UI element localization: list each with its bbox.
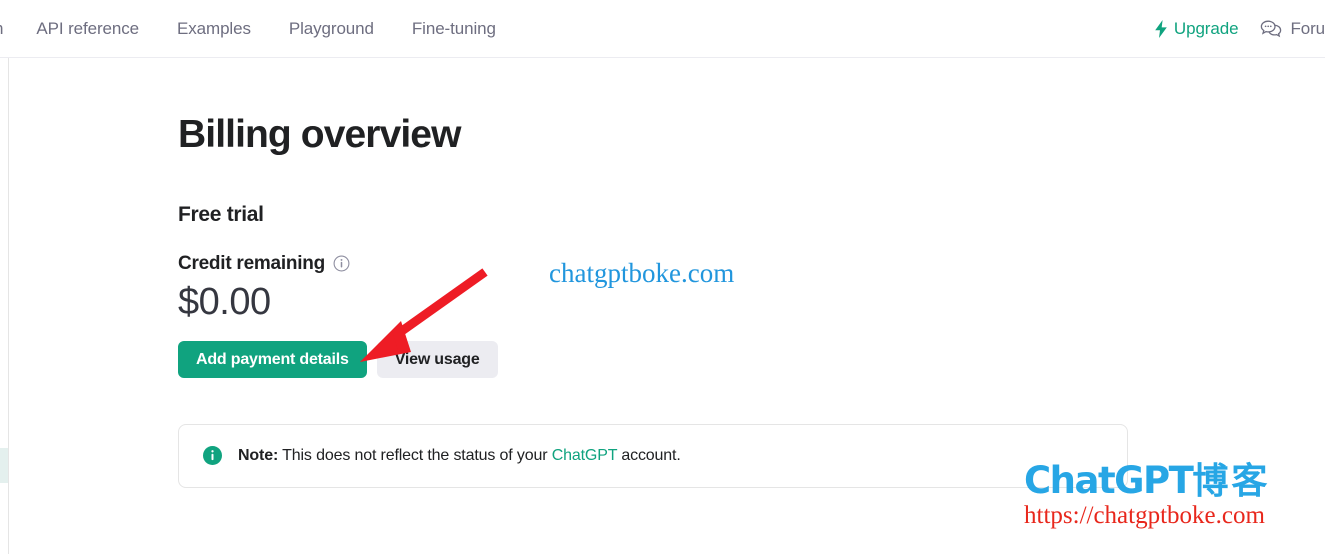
nav-examples[interactable]: Examples [158,0,270,57]
credit-remaining-row: Credit remaining [178,227,1318,275]
nav-fine-tuning[interactable]: Fine-tuning [393,0,515,57]
nav-api-reference[interactable]: API reference [17,0,158,57]
watermark-brand-en: ChatGPT [1024,459,1194,502]
nav-playground[interactable]: Playground [270,0,393,57]
sidebar-item-active-indicator[interactable] [0,448,8,483]
add-payment-details-button[interactable]: Add payment details [178,340,367,378]
chatgpt-link[interactable]: ChatGPT [552,447,618,464]
sidebar-edge [0,58,9,554]
forum-button[interactable]: Foru [1260,19,1325,39]
lightning-bolt-icon [1155,19,1167,38]
page-title: Billing overview [178,113,461,156]
watermark-logo-url: https://chatgptboke.com [1024,502,1265,529]
note-body-before: This does not reflect the status of your [278,446,552,464]
view-usage-button[interactable]: View usage [376,340,498,378]
nav-links-group: n API reference Examples Playground Fine… [0,0,515,57]
upgrade-button[interactable]: Upgrade [1154,19,1261,39]
main-content: Billing overview Free trial Credit remai… [178,58,1318,488]
note-lead-label: Note: [238,446,279,464]
watermark-brand-cn: 博客 [1192,461,1271,502]
nav-documentation-clipped[interactable]: n [0,0,17,57]
info-circle-icon[interactable] [333,255,350,272]
nav-actions-group: Upgrade Foru [1154,0,1325,57]
info-circle-filled-icon [203,446,222,466]
upgrade-label: Upgrade [1173,18,1239,38]
note-body-after: account. [617,446,681,464]
credit-amount-value: $0.00 [178,280,271,323]
forum-label: Foru [1290,18,1325,38]
top-navigation-bar: n API reference Examples Playground Fine… [0,0,1325,58]
watermark-brand: ChatGPT博客 [1024,462,1324,500]
credit-remaining-label: Credit remaining [178,252,325,274]
note-banner: Note: This does not reflect the status o… [178,423,1128,488]
chat-bubble-icon [1261,20,1282,37]
billing-actions-row: Add payment details View usage [178,323,1318,378]
watermark-inline-url: chatgptboke.com [549,258,735,288]
app-window: n API reference Examples Playground Fine… [0,0,1325,554]
plan-title: Free trial [178,202,264,226]
note-text: Note: This does not reflect the status o… [238,447,681,465]
watermark-logo: ChatGPT博客 https://chatgptboke.com [1024,462,1324,529]
